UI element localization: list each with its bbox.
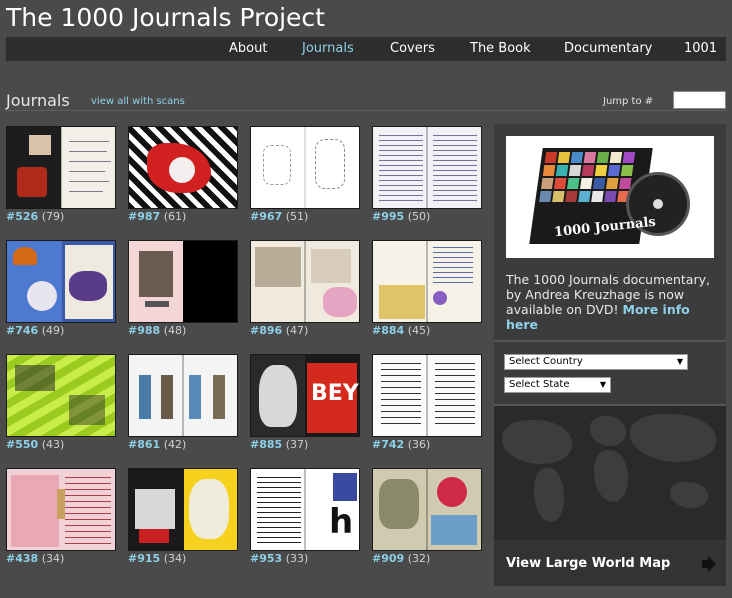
nav-item-journals[interactable]: Journals [302, 41, 354, 56]
documentary-promo: The 1000 Journals documentary, by Andrea… [506, 272, 718, 332]
journal-tile[interactable]: #896 (47) [250, 240, 360, 337]
journal-entry-count: (37) [285, 438, 309, 451]
journal-number[interactable]: #885 [250, 438, 282, 451]
journal-tile[interactable]: #746 (49) [6, 240, 116, 337]
site-title[interactable]: The 1000 Journals Project [6, 3, 325, 32]
journal-entry-count: (32) [407, 552, 431, 565]
journal-entry-count: (50) [407, 210, 431, 223]
journal-entry-count: (47) [285, 324, 309, 337]
journal-thumbnail[interactable] [250, 126, 360, 209]
journal-thumbnail[interactable] [128, 468, 238, 551]
journal-number[interactable]: #550 [6, 438, 38, 451]
section-divider [6, 110, 726, 111]
journal-tile[interactable]: BEY #885 (37) [250, 354, 360, 451]
journal-tile[interactable]: #861 (42) [128, 354, 238, 451]
journal-thumbnail[interactable] [250, 240, 360, 323]
journal-number[interactable]: #915 [128, 552, 160, 565]
journal-thumbnail[interactable] [128, 240, 238, 323]
journal-thumbnail[interactable] [128, 126, 238, 209]
select-country-dropdown[interactable]: Select Country ▼ [504, 354, 688, 370]
nav-item-covers[interactable]: Covers [390, 41, 435, 56]
select-state-value: Select State [509, 379, 570, 390]
sidebar-divider [494, 340, 726, 342]
journal-entry-count: (51) [285, 210, 309, 223]
journal-thumbnail[interactable] [128, 354, 238, 437]
journal-tile[interactable]: #995 (50) [372, 126, 482, 223]
journal-thumbnail[interactable]: BEY [250, 354, 360, 437]
journal-tile[interactable]: h #953 (33) [250, 468, 360, 565]
journal-entry-count: (34) [41, 552, 65, 565]
journal-number[interactable]: #884 [372, 324, 404, 337]
journal-entry-count: (48) [163, 324, 187, 337]
select-country-value: Select Country [509, 356, 583, 367]
main-nav: About Journals Covers The Book Documenta… [6, 37, 726, 61]
dvd-promo-image[interactable]: 1000 Journals [506, 136, 714, 258]
journal-tile[interactable]: #915 (34) [128, 468, 238, 565]
journal-entry-count: (43) [41, 438, 65, 451]
journal-entry-count: (79) [41, 210, 65, 223]
journal-thumbnail[interactable] [372, 354, 482, 437]
journal-tile[interactable]: #987 (61) [128, 126, 238, 223]
journal-thumbnail[interactable] [6, 354, 116, 437]
chevron-down-icon: ▼ [676, 357, 683, 366]
journal-tile[interactable]: #909 (32) [372, 468, 482, 565]
chevron-down-icon: ▼ [599, 380, 606, 389]
journal-tile[interactable]: #988 (48) [128, 240, 238, 337]
nav-item-documentary[interactable]: Documentary [564, 41, 652, 56]
jump-to-input[interactable] [673, 91, 726, 109]
journal-number[interactable]: #987 [128, 210, 160, 223]
nav-item-about[interactable]: About [229, 41, 267, 56]
world-map-image[interactable] [494, 406, 726, 540]
journal-thumbnail[interactable] [372, 126, 482, 209]
jump-to-label: Jump to # [603, 96, 654, 107]
arrow-right-icon[interactable] [702, 556, 716, 572]
journal-number[interactable]: #861 [128, 438, 160, 451]
journal-number[interactable]: #988 [128, 324, 160, 337]
journal-tile[interactable]: #438 (34) [6, 468, 116, 565]
journal-entry-count: (36) [407, 438, 431, 451]
journal-entry-count: (61) [163, 210, 187, 223]
journals-heading: Journals [6, 91, 70, 110]
journal-number[interactable]: #953 [250, 552, 282, 565]
world-map-bar: View Large World Map [494, 540, 726, 586]
sidebar: 1000 Journals The 1000 Journals document… [494, 124, 726, 586]
select-state-dropdown[interactable]: Select State ▼ [504, 377, 611, 393]
journal-thumbnail[interactable] [6, 240, 116, 323]
nav-item-the-book[interactable]: The Book [470, 41, 531, 56]
journal-number[interactable]: #967 [250, 210, 282, 223]
journal-thumbnail[interactable] [6, 468, 116, 551]
journal-number[interactable]: #438 [6, 552, 38, 565]
journal-number[interactable]: #896 [250, 324, 282, 337]
journal-entry-count: (49) [41, 324, 65, 337]
journal-entry-count: (33) [285, 552, 309, 565]
view-all-with-scans-link[interactable]: view all with scans [91, 96, 185, 107]
journal-tile[interactable]: #526 (79) [6, 126, 116, 223]
journal-tile[interactable]: #967 (51) [250, 126, 360, 223]
journal-number[interactable]: #909 [372, 552, 404, 565]
journal-thumbnail[interactable] [372, 240, 482, 323]
journal-entry-count: (42) [163, 438, 187, 451]
journal-number[interactable]: #742 [372, 438, 404, 451]
journal-tile[interactable]: #742 (36) [372, 354, 482, 451]
journal-tile[interactable]: #550 (43) [6, 354, 116, 451]
journal-entry-count: (45) [407, 324, 431, 337]
nav-item-1001[interactable]: 1001 [684, 41, 717, 56]
journal-tile[interactable]: #884 (45) [372, 240, 482, 337]
journal-thumbnail[interactable] [372, 468, 482, 551]
journal-thumbnail[interactable]: h [250, 468, 360, 551]
journal-entry-count: (34) [163, 552, 187, 565]
journal-number[interactable]: #526 [6, 210, 38, 223]
journal-number[interactable]: #995 [372, 210, 404, 223]
view-large-world-map-link[interactable]: View Large World Map [506, 556, 670, 571]
journal-thumbnail[interactable] [6, 126, 116, 209]
journal-number[interactable]: #746 [6, 324, 38, 337]
